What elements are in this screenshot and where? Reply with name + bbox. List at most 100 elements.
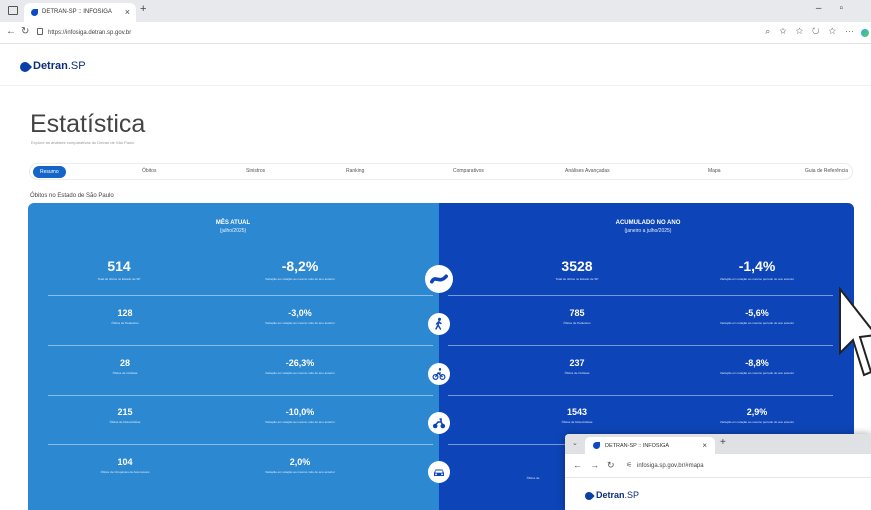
stat-caption: Óbitos de Ocupantes de Automóveis xyxy=(100,470,150,474)
row-divider xyxy=(48,444,433,445)
motorcyclist-deaths-year: 1543 Óbitos de Motociclistas xyxy=(497,407,657,424)
stat-caption: Variação em relação ao mesmo período do … xyxy=(719,321,795,325)
stat-value: 3528 xyxy=(561,258,593,274)
tab-sinistros[interactable]: Sinistros xyxy=(246,168,265,174)
stat-value: 104 xyxy=(117,457,133,467)
road-icon xyxy=(425,265,453,293)
pedestrian-change-year: -5,6% Variação em relação ao mesmo perío… xyxy=(677,308,837,325)
car-change-month: 2,0% Variação em relação ao mesmo mês do… xyxy=(220,457,380,474)
tab-list-dropdown-icon[interactable]: ⌄ xyxy=(572,439,578,447)
current-month-title: MÊS ATUAL xyxy=(215,220,251,226)
year-to-date-title: ACUMULADO NO ANO xyxy=(615,220,681,226)
close-tab-icon[interactable]: × xyxy=(125,7,130,17)
forward-icon[interactable]: → xyxy=(590,460,599,470)
stat-value: -5,6% xyxy=(745,308,769,318)
pedestrian-deaths-month: 128 Óbitos de Pedestres xyxy=(45,308,205,325)
popup-url-field[interactable]: infosiga.sp.gov.br/#mapa xyxy=(637,463,704,469)
stat-caption: Óbitos de Pedestres xyxy=(563,321,591,325)
refresh-icon[interactable]: ↻ xyxy=(607,460,615,471)
stat-value: 2,9% xyxy=(746,407,768,417)
stat-caption: Óbitos de Ciclistas xyxy=(564,371,590,375)
window-controls[interactable]: –▫ xyxy=(816,3,861,14)
tab-mapa[interactable]: Mapa xyxy=(708,168,721,174)
tab-analises-avancadas[interactable]: Análises Avançadas xyxy=(565,168,610,174)
browser-toolbar-icons[interactable]: ⌕✩☆↻☆⋯ xyxy=(765,26,863,37)
back-icon[interactable]: ← xyxy=(573,460,582,470)
browser-tab-bar: DETRAN-SP :: INFOSIGA × + –▫ xyxy=(0,0,871,22)
row-divider xyxy=(48,345,433,346)
total-change-month: -8,2% Variação em relação ao mesmo mês d… xyxy=(220,258,380,281)
year-to-date-header: ACUMULADO NO ANO (janeiro a julho/2025) xyxy=(588,220,708,234)
back-icon[interactable]: ← xyxy=(6,26,16,37)
motorcycle-icon xyxy=(428,412,450,434)
url-field[interactable]: https://infosiga.detran.sp.gov.br xyxy=(48,30,131,36)
stat-caption: Óbitos de Motociclistas xyxy=(109,420,141,424)
pedestrian-deaths-year: 785 Óbitos de Pedestres xyxy=(497,308,657,325)
tab-resumo[interactable]: Resumo xyxy=(33,166,66,178)
cyclist-change-month: -26,3% Variação em relação ao mesmo mês … xyxy=(220,358,380,375)
site-header: Detran.SP xyxy=(0,44,871,86)
detran-logo-text: Detran.SP xyxy=(33,60,86,72)
new-tab-button[interactable]: + xyxy=(140,3,146,15)
popup-address-bar: ← → ↻ ⚟ infosiga.sp.gov.br/#mapa xyxy=(565,454,871,478)
stat-value: 514 xyxy=(107,258,131,274)
popup-tab-title: DETRAN-SP :: INFOSIGA xyxy=(605,443,670,449)
detran-logo-mark-icon xyxy=(583,490,595,502)
tab-guia-de-referencia[interactable]: Guia de Referência xyxy=(805,168,848,174)
popup-browser-window[interactable]: ⌄ DETRAN-SP :: INFOSIGA × + ← → ↻ ⚟ info… xyxy=(565,434,871,510)
stat-caption: Variação em relação ao mesmo período do … xyxy=(719,420,795,424)
browser-tab-title: DETRAN-SP :: INFOSIGA xyxy=(42,9,112,15)
stat-caption: Total de óbitos no Estado de SP xyxy=(97,277,141,281)
stat-caption: Óbitos de Pedestres xyxy=(111,321,139,325)
window-menu-icon[interactable] xyxy=(8,6,18,15)
total-change-year: -1,4% Variação em relação ao mesmo perío… xyxy=(677,258,837,281)
close-tab-icon[interactable]: × xyxy=(702,441,707,450)
current-month-period: (julho/2025) xyxy=(219,228,247,234)
stat-value: 1543 xyxy=(566,407,588,417)
car-deaths-month: 104 Óbitos de Ocupantes de Automóveis xyxy=(45,457,205,474)
stat-value: 128 xyxy=(117,308,133,318)
current-month-header: MÊS ATUAL (julho/2025) xyxy=(183,220,283,234)
stat-caption: Variação em relação ao mesmo mês do ano … xyxy=(265,470,335,474)
stat-caption: Variação em relação ao mesmo mês do ano … xyxy=(265,371,335,375)
cyclist-deaths-year: 237 Óbitos de Ciclistas xyxy=(497,358,657,375)
site-info-icon[interactable]: ⚟ xyxy=(626,461,632,469)
total-deaths-month: 514 Total de óbitos no Estado de SP xyxy=(39,258,199,281)
popup-browser-tab[interactable]: DETRAN-SP :: INFOSIGA × xyxy=(585,437,715,454)
stat-caption: Total de óbitos no Estado de SP xyxy=(555,277,599,281)
page-title: Estatística xyxy=(30,110,146,138)
stat-caption: Óbitos de xyxy=(526,476,540,480)
row-divider xyxy=(448,295,833,296)
edge-copilot-icon[interactable] xyxy=(861,29,869,37)
new-tab-button[interactable]: + xyxy=(720,437,726,448)
browser-tab[interactable]: DETRAN-SP :: INFOSIGA × xyxy=(24,3,136,22)
motorcyclist-change-month: -10,0% Variação em relação ao mesmo mês … xyxy=(220,407,380,424)
stat-caption: Variação em relação ao mesmo mês do ano … xyxy=(265,277,335,281)
motorcyclist-deaths-month: 215 Óbitos de Motociclistas xyxy=(45,407,205,424)
motorcyclist-change-year: 2,9% Variação em relação ao mesmo períod… xyxy=(677,407,837,424)
stat-value: 785 xyxy=(569,308,585,318)
stat-value: -8,8% xyxy=(745,358,769,368)
popup-tab-bar: ⌄ DETRAN-SP :: INFOSIGA × + xyxy=(565,434,871,454)
stat-caption: Óbitos de Motociclistas xyxy=(561,420,593,424)
mouse-pointer-icon xyxy=(839,287,871,377)
page-subtitle: Explore as análises comparativas do Detr… xyxy=(31,140,135,145)
detran-logo-mark-icon xyxy=(17,59,33,75)
pedestrian-icon xyxy=(428,313,450,335)
detran-favicon-icon xyxy=(31,9,38,16)
stat-value: -10,0% xyxy=(285,407,315,417)
tab-ranking[interactable]: Ranking xyxy=(346,168,364,174)
stat-caption: Variação em relação ao mesmo período do … xyxy=(719,371,795,375)
stats-tabs: Resumo Óbitos Sinistros Ranking Comparat… xyxy=(29,163,853,180)
cyclist-change-year: -8,8% Variação em relação ao mesmo perío… xyxy=(677,358,837,375)
stat-caption: Óbitos de Ciclistas xyxy=(112,371,138,375)
stat-value: -8,2% xyxy=(281,258,319,274)
year-to-date-period: (janeiro a julho/2025) xyxy=(624,228,672,234)
section-label: Óbitos no Estado de São Paulo xyxy=(30,193,114,199)
lock-icon[interactable] xyxy=(37,28,43,35)
stat-caption: Variação em relação ao mesmo período do … xyxy=(719,277,795,281)
refresh-icon[interactable]: ↻ xyxy=(21,26,29,37)
tab-obitos[interactable]: Óbitos xyxy=(142,168,156,174)
detran-favicon-icon xyxy=(593,442,600,449)
tab-comparativos[interactable]: Comparativos xyxy=(453,168,484,174)
